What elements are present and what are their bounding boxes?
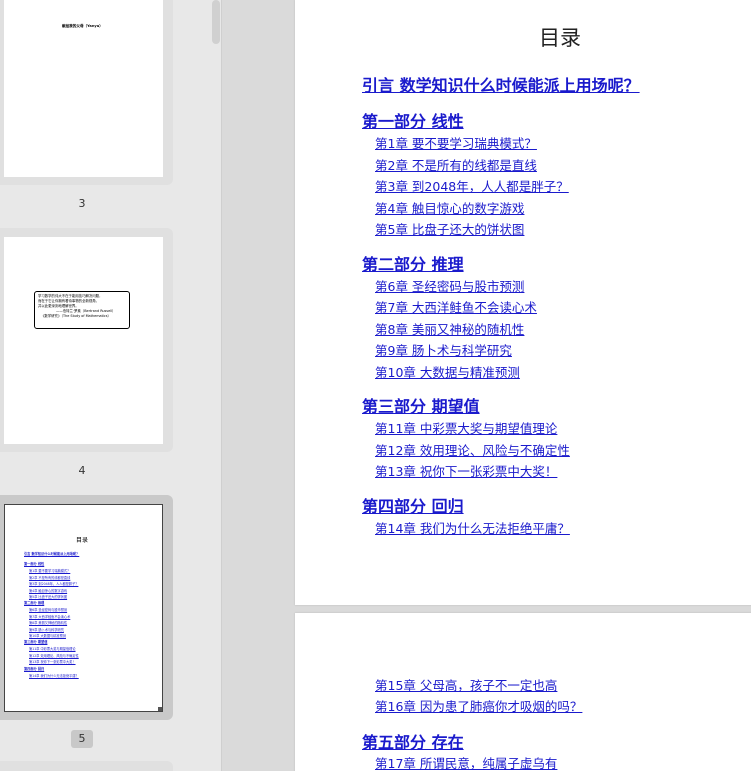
toc-link-chapter[interactable]: 第4章 触目惊心的数字游戏	[375, 198, 524, 217]
thumbnail-toc-line: 第13章 祝你下一张彩票中大奖！	[29, 660, 76, 665]
thumbnail-toc-line: 第14章 我们为什么无法拒绝平庸？	[29, 673, 79, 678]
thumbnail-toc-line: 第8章 美丽又神秘的随机性	[29, 621, 68, 626]
sidebar-scrollbar-thumb[interactable]	[212, 0, 220, 44]
thumbnail-page-4[interactable]: 学习数学的伟大不在于能用技巧解决问题， 而在于它让你拥有看待事物的全新视角， 并…	[4, 237, 163, 444]
thumbnail-card-page-3[interactable]: 献给我的父母（Yanyu）	[0, 0, 173, 185]
toc-link-intro[interactable]: 引言 数学知识什么时候能派上用场呢？	[362, 72, 640, 96]
thumbnail-toc-line: 第三部分 期望值	[24, 640, 48, 645]
thumbnail-toc-line: 第2章 不是所有的线都是直线	[29, 575, 71, 580]
toc-link-part[interactable]: 第一部分 线性	[362, 108, 464, 132]
toc-link-chapter[interactable]: 第3章 到2048年，人人都是胖子？	[375, 176, 569, 195]
thumbnail-page-number: 3	[78, 197, 86, 210]
sidebar-scrollbar-track[interactable]	[207, 0, 221, 771]
thumbnail-toc-line: 第11章 中彩票大奖与期望值理论	[29, 647, 76, 652]
toc-link-part[interactable]: 第三部分 期望值	[362, 393, 480, 417]
thumbnail-toc-line: 第一部分 线性	[24, 562, 45, 567]
document-view: 目录 引言 数学知识什么时候能派上用场呢？ 第一部分 线性 第1章 要不要学习瑞典…	[222, 0, 751, 771]
toc-title: 目录	[539, 26, 581, 50]
toc-link-chapter[interactable]: 第14章 我们为什么无法拒绝平庸？	[375, 518, 570, 537]
thumbnail-toc-line: 第7章 大西洋鲑鱼不会读心术	[29, 614, 71, 619]
thumbnail-toc-line: 第10章 大数据与精准预测	[29, 634, 66, 638]
document-page-toc: 目录 引言 数学知识什么时候能派上用场呢？ 第一部分 线性 第1章 要不要学习瑞典…	[295, 0, 751, 605]
thumbnail-sidebar: 献给我的父母（Yanyu） 3 学习数学的伟大不在于能用技巧解决问题， 而在于它…	[0, 0, 222, 771]
toc-link-chapter[interactable]: 第13章 祝你下一张彩票中大奖！	[375, 461, 557, 480]
toc-link-chapter[interactable]: 第11章 中彩票大奖与期望值理论	[375, 418, 557, 437]
toc-link-chapter[interactable]: 第7章 大西洋鲑鱼不会读心术	[375, 297, 537, 316]
thumbnail-page-5[interactable]: 目录 引言 数学知识什么时候能派上用场呢？ 第一部分 线性第1章 要不要学习瑞典模…	[4, 504, 163, 712]
toc-link-chapter[interactable]: 第15章 父母高，孩子不一定也高	[375, 675, 557, 694]
thumbnail-toc-line: 第1章 要不要学习瑞典模式？	[29, 569, 71, 574]
thumbnail-quote-box: 学习数学的伟大不在于能用技巧解决问题， 而在于它让你拥有看待事物的全新视角， 并…	[34, 291, 130, 329]
toc-link-chapter[interactable]: 第9章 肠卜术与科学研究	[375, 340, 512, 359]
thumbnail-page-3[interactable]: 献给我的父母（Yanyu）	[4, 0, 163, 177]
thumbnail-toc-title: 目录	[76, 537, 89, 544]
thumbnail-page-number: 4	[78, 464, 86, 477]
thumbnail-corner-mark	[158, 707, 162, 711]
thumbnail-toc-line: 第四部分 回归	[24, 666, 45, 671]
thumbnail-toc-line: 第3章 到2048年，人人都是胖子？	[29, 582, 79, 587]
toc-link-part[interactable]: 第五部分 存在	[362, 729, 464, 753]
mini-attribution: 《数学研究》（The Study of Mathematics）	[41, 314, 111, 318]
thumbnail-dedication: 献给我的父母（Yanyu）	[62, 24, 103, 28]
thumbnail-card-next[interactable]	[0, 761, 173, 771]
toc-link-part[interactable]: 第四部分 回归	[362, 493, 464, 517]
thumbnail-toc-line: 第二部分 推理	[24, 601, 45, 606]
toc-link-part[interactable]: 第二部分 推理	[362, 251, 464, 275]
toc-link-chapter[interactable]: 第6章 圣经密码与股市预测	[375, 276, 524, 295]
toc-link-chapter[interactable]: 第10章 大数据与精准预测	[375, 362, 520, 381]
toc-link-chapter[interactable]: 第5章 比盘子还大的饼状图	[375, 219, 524, 238]
toc-link-chapter[interactable]: 第12章 效用理论、风险与不确定性	[375, 440, 570, 459]
thumbnail-toc-line: 第4章 触目惊心的数字游戏	[29, 588, 68, 593]
toc-link-chapter[interactable]: 第16章 因为患了肺癌你才吸烟的吗？	[375, 696, 582, 715]
thumbnail-toc-line: 第6章 圣经密码与股市预测	[29, 608, 68, 613]
thumbnail-card-page-4[interactable]: 学习数学的伟大不在于能用技巧解决问题， 而在于它让你拥有看待事物的全新视角， 并…	[0, 228, 173, 452]
thumbnail-toc-line: 引言 数学知识什么时候能派上用场呢？	[24, 552, 80, 556]
thumbnail-toc-line: 第5章 比盘子还大的饼状图	[29, 595, 68, 599]
thumbnail-page-number-active: 5	[71, 730, 93, 748]
toc-link-chapter[interactable]: 第17章 所谓民意，纯属子虚乌有	[375, 753, 557, 771]
toc-link-chapter[interactable]: 第1章 要不要学习瑞典模式？	[375, 133, 537, 152]
thumbnail-toc-line: 第12章 效用理论、风险与不确定性	[29, 653, 79, 658]
thumbnail-toc-line: 第9章 肠卜术与科学研究	[29, 627, 64, 632]
toc-link-chapter[interactable]: 第2章 不是所有的线都是直线	[375, 155, 537, 174]
document-page-toc-continued: 第15章 父母高，孩子不一定也高 第16章 因为患了肺癌你才吸烟的吗？ 第五部分…	[295, 613, 751, 771]
toc-link-chapter[interactable]: 第8章 美丽又神秘的随机性	[375, 319, 524, 338]
thumbnail-card-page-5[interactable]: 目录 引言 数学知识什么时候能派上用场呢？ 第一部分 线性第1章 要不要学习瑞典模…	[0, 495, 173, 720]
